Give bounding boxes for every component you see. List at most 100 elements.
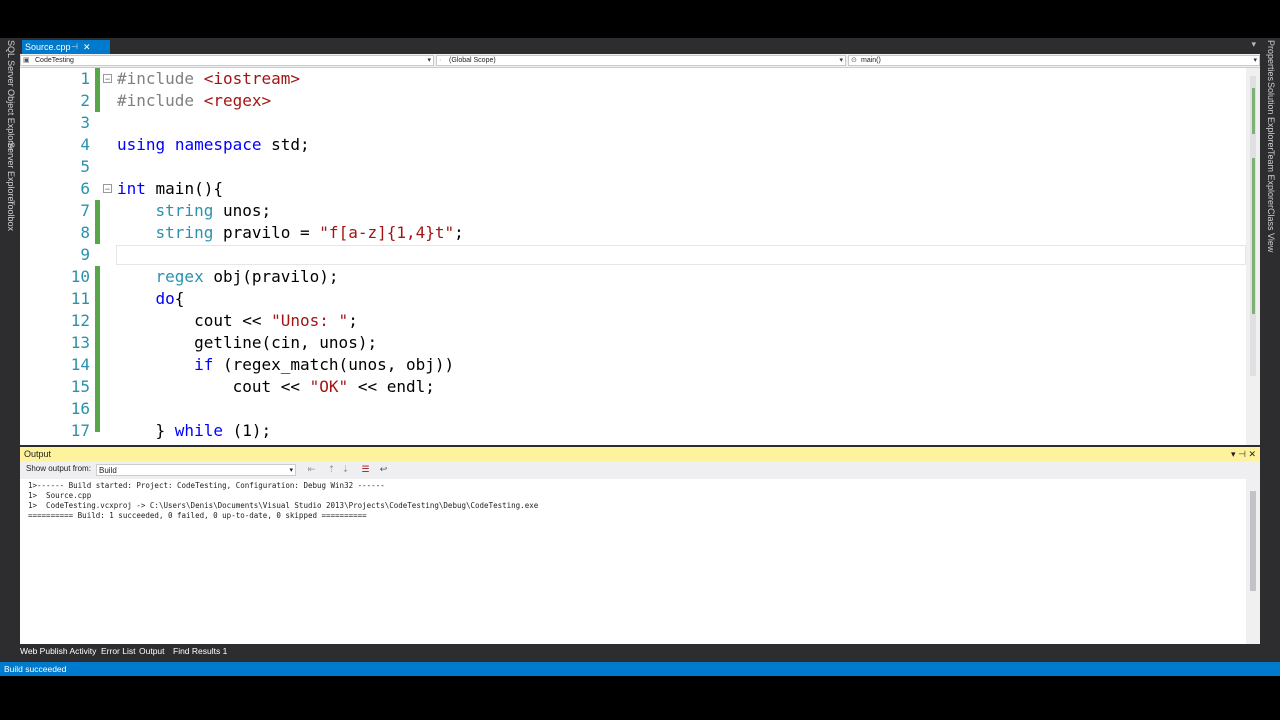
line-number: 3	[80, 113, 90, 132]
code-text: using namespace std;	[117, 135, 310, 154]
output-panel-title: Output	[24, 449, 52, 459]
close-icon[interactable]: ✕	[1248, 449, 1256, 459]
code-text: string pravilo = "f[a-z]{1,4}t";	[155, 223, 464, 242]
code-text: getline(cin, unos);	[117, 333, 378, 352]
document-tab-strip: Source.cpp ⊣ ✕ ▾	[20, 38, 1260, 54]
line-number: 1	[80, 69, 90, 88]
chevron-down-icon: ▾	[427, 57, 431, 64]
project-icon: ▣	[23, 57, 30, 64]
code-text: cout << "Unos: ";	[117, 311, 358, 330]
scrollbar-thumb[interactable]	[1250, 491, 1256, 591]
line-number: 8	[80, 223, 90, 242]
code-line: 2 #include <regex>	[20, 90, 1246, 112]
tab-web-publish-activity[interactable]: Web Publish Activity	[20, 644, 96, 658]
line-number: 10	[70, 267, 90, 286]
output-panel: Output ▾ ⊣ ✕ Show output from: Build ▾ ⇤…	[20, 447, 1260, 644]
previous-message-icon[interactable]: ⇡	[326, 464, 337, 475]
scope-dropdown[interactable]: · (Global Scope) ▾	[436, 55, 846, 66]
code-text: regex obj(pravilo);	[155, 267, 339, 286]
line-number: 7	[80, 201, 90, 220]
tab-source-cpp[interactable]: Source.cpp ⊣ ✕	[22, 40, 110, 54]
output-source-select[interactable]: Build ▾	[96, 464, 296, 476]
code-line: 17 } while (1);	[20, 420, 1246, 442]
find-message-in-code-icon[interactable]: ⇤	[306, 464, 317, 475]
line-number: 15	[70, 377, 90, 396]
scope-dropdown-value: (Global Scope)	[449, 57, 496, 64]
line-number: 9	[80, 245, 90, 264]
code-line: 1 #include <iostream>	[20, 68, 1246, 90]
status-text: Build succeeded	[4, 664, 67, 674]
class-view-tab[interactable]: Class View	[1266, 208, 1276, 252]
output-source-value: Build	[99, 466, 117, 475]
code-line: 15 cout << "OK" << endl;	[20, 376, 1246, 398]
bottom-tool-tabs: Web Publish Activity Error List Output F…	[20, 644, 1260, 658]
code-text: string unos;	[155, 201, 272, 220]
code-line: 13 getline(cin, unos);	[20, 332, 1246, 354]
status-bar: Build succeeded	[0, 662, 1280, 676]
visual-studio-window: SQL Server Object Explorer Server Explor…	[0, 38, 1280, 676]
chevron-down-icon: ▾	[1253, 57, 1257, 64]
code-text: #include <iostream>	[117, 69, 301, 88]
tab-label: Source.cpp	[25, 42, 71, 52]
line-number: 14	[70, 355, 90, 374]
tab-error-list[interactable]: Error List	[101, 644, 135, 658]
code-line-current: 9	[20, 244, 1246, 266]
code-text: do{	[155, 289, 185, 308]
project-dropdown-value: CodeTesting	[35, 57, 74, 64]
output-toolbar: Show output from: Build ▾ ⇤ ⇡ ⇣ ☰ ↩	[20, 461, 1260, 479]
output-line: 1> Source.cpp	[28, 491, 92, 500]
solution-explorer-tab[interactable]: Solution Explorer	[1266, 82, 1276, 151]
line-number: 13	[70, 333, 90, 352]
tab-list-dropdown-icon[interactable]: ▾	[1251, 39, 1256, 50]
server-explorer-tab[interactable]: Server Explorer	[6, 142, 16, 205]
sql-server-object-explorer-tab[interactable]: SQL Server Object Explorer	[6, 40, 16, 151]
output-vertical-scrollbar[interactable]	[1246, 479, 1260, 644]
code-line: 12 cout << "Unos: ";	[20, 310, 1246, 332]
code-line: 6 int main(){	[20, 178, 1246, 200]
code-editor[interactable]: − − 1 #include <iostream> 2 #include <re…	[20, 68, 1260, 445]
member-dropdown-value: main()	[861, 57, 881, 64]
tab-output[interactable]: Output	[139, 644, 165, 658]
clear-all-icon[interactable]: ☰	[360, 464, 371, 475]
code-line: 10 regex obj(pravilo);	[20, 266, 1246, 288]
code-text: int main(){	[117, 179, 223, 198]
show-output-from-label: Show output from:	[26, 464, 91, 473]
auto-hide-pin-icon[interactable]: ⊣	[1238, 449, 1246, 459]
code-text: if (regex_match(unos, obj))	[194, 355, 455, 374]
code-line: 4 using namespace std;	[20, 134, 1246, 156]
editor-vertical-scrollbar[interactable]	[1246, 68, 1260, 445]
output-line: ========== Build: 1 succeeded, 0 failed,…	[28, 511, 367, 520]
line-number: 17	[70, 421, 90, 440]
line-number: 2	[80, 91, 90, 110]
output-panel-title-bar: Output ▾ ⊣ ✕	[20, 447, 1260, 461]
scrollbar-thumb[interactable]	[1250, 76, 1256, 376]
line-number: 6	[80, 179, 90, 198]
chevron-down-icon: ▾	[289, 467, 293, 474]
word-wrap-icon[interactable]: ↩	[378, 464, 389, 475]
next-message-icon[interactable]: ⇣	[340, 464, 351, 475]
code-line: 7 string unos;	[20, 200, 1246, 222]
line-number: 4	[80, 135, 90, 154]
close-icon[interactable]: ✕	[83, 40, 91, 54]
project-dropdown[interactable]: ▣ CodeTesting ▾	[20, 55, 434, 66]
code-text: cout << "OK" << endl;	[117, 377, 435, 396]
pin-icon[interactable]: ⊣	[71, 40, 78, 54]
member-dropdown[interactable]: ⊙ main() ▾	[848, 55, 1260, 66]
window-position-icon[interactable]: ▾	[1231, 449, 1236, 459]
code-text: } while (1);	[117, 421, 272, 440]
code-line: 5	[20, 156, 1246, 178]
navigation-bar: ▣ CodeTesting ▾ · (Global Scope) ▾ ⊙ mai…	[20, 54, 1260, 68]
function-icon: ⊙	[851, 57, 857, 64]
code-text: #include <regex>	[117, 91, 272, 110]
output-line: 1> CodeTesting.vcxproj -> C:\Users\Denis…	[28, 501, 539, 510]
panel-controls: ▾ ⊣ ✕	[1231, 447, 1256, 461]
chevron-down-icon: ▾	[839, 57, 843, 64]
properties-tab[interactable]: Properties	[1266, 40, 1276, 81]
output-text-area[interactable]: 1>------ Build started: Project: CodeTes…	[20, 479, 1246, 644]
toolbox-tab[interactable]: Toolbox	[6, 200, 16, 231]
team-explorer-tab[interactable]: Team Explorer	[1266, 150, 1276, 208]
left-tool-rail: SQL Server Object Explorer Server Explor…	[0, 38, 20, 658]
right-tool-rail: Properties Solution Explorer Team Explor…	[1260, 38, 1280, 658]
code-line: 16	[20, 398, 1246, 420]
tab-find-results-1[interactable]: Find Results 1	[173, 644, 227, 658]
